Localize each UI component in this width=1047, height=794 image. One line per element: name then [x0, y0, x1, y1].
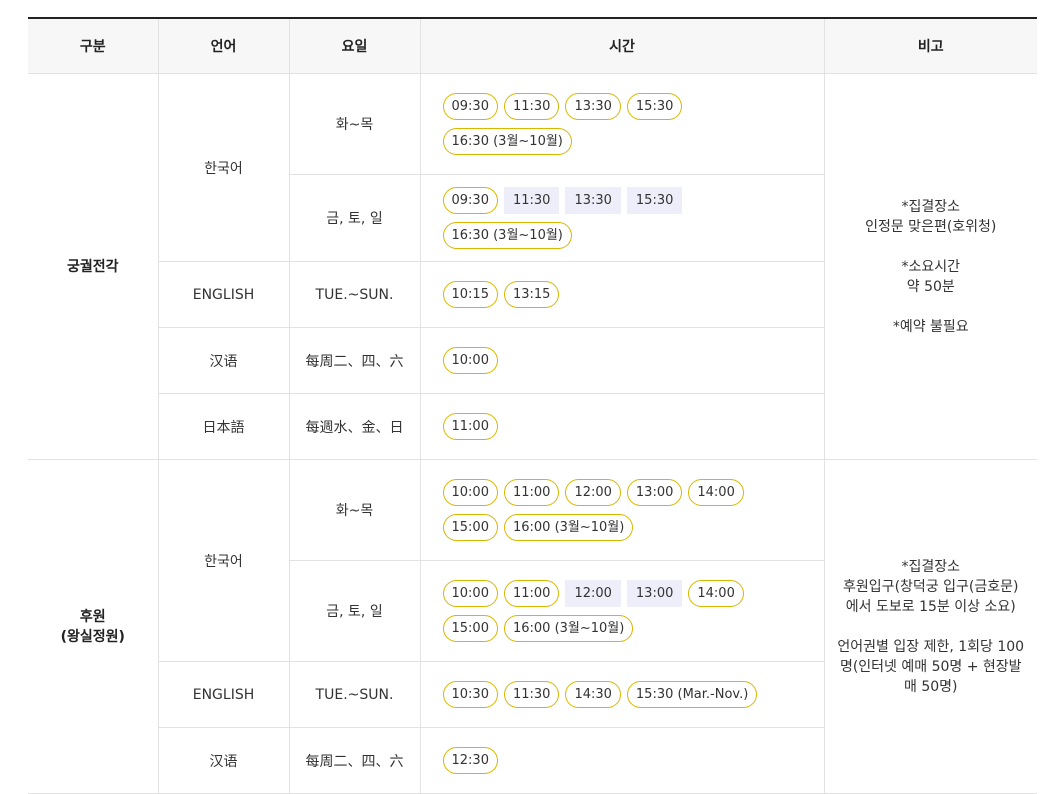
note-line: *소요시간	[901, 258, 961, 275]
time-slot: 14:30	[565, 681, 621, 708]
category-line: 후원	[79, 608, 106, 625]
time-slot-unavailable: 12:00	[565, 580, 621, 607]
time-slot: 11:00	[503, 580, 560, 607]
time-slot: 10:00	[442, 347, 498, 374]
time-slots: 10:15 13:15	[419, 261, 824, 328]
category-secret-garden: 후원 (왕실정원)	[28, 459, 158, 794]
day-cell: 每週水、金、日	[288, 393, 420, 460]
language-english: ENGLISH	[157, 661, 289, 728]
time-slot: 15:30 (Mar.-Nov.)	[626, 681, 758, 708]
note-line: 매 50명)	[904, 678, 958, 695]
language-japanese: 日本語	[157, 393, 289, 460]
header-time: 시간	[419, 18, 824, 74]
time-slot: 10:00	[442, 580, 498, 607]
note-line	[825, 237, 1038, 257]
time-slots: 12:30	[419, 727, 824, 794]
time-slot: 14:00	[688, 580, 744, 607]
time-slot: 15:00	[442, 514, 498, 541]
note-line: 언어권별 입장 제한, 1회당 100	[837, 638, 1025, 655]
day-cell: 금, 토, 일	[288, 174, 420, 262]
time-slot: 10:15	[442, 281, 498, 308]
day-cell: TUE.~SUN.	[288, 261, 420, 328]
time-slots: 11:00	[419, 393, 824, 460]
note-line: 후원입구(창덕궁 입구(금호문)	[843, 578, 1019, 595]
time-slot: 11:30	[503, 681, 560, 708]
language-korean: 한국어	[157, 73, 289, 262]
time-slot: 11:00	[503, 479, 560, 506]
note-line: 약 50분	[906, 278, 955, 295]
note-cell: *집결장소후원입구(창덕궁 입구(금호문) 에서 도보로 15분 이상 소요) 언…	[823, 459, 1038, 794]
day-cell: 每周二、四、六	[288, 327, 420, 394]
note-line	[825, 617, 1038, 637]
tour-schedule-table: 구분 언어 요일 시간 비고 궁궐전각 한국어 화~목 09:30 11:30 13…	[28, 17, 1037, 794]
time-slot: 12:30	[442, 747, 498, 774]
note-line: 인정문 맞은편(호위청)	[865, 218, 997, 235]
day-cell: 금, 토, 일	[288, 560, 420, 662]
language-korean: 한국어	[157, 459, 289, 662]
time-slot: 09:30	[442, 93, 498, 120]
time-slot: 14:00	[688, 479, 744, 506]
time-slots: 09:30 11:30 13:30 15:30 16:30 (3월~10월)	[419, 174, 824, 262]
time-slot: 13:30	[565, 93, 621, 120]
time-slot: 16:00 (3월~10월)	[503, 514, 634, 541]
note-line: *집결장소	[901, 558, 961, 575]
time-slot: 13:15	[503, 281, 560, 308]
header-category: 구분	[28, 18, 158, 74]
time-slot: 09:30	[442, 187, 498, 214]
time-slots: 10:00 11:00 12:00 13:00 14:00 15:00 16:00 (3월~…	[419, 459, 824, 561]
time-slot-unavailable: 13:00	[626, 580, 683, 607]
time-slot-unavailable: 11:30	[503, 187, 560, 214]
category-line: (왕실정원)	[60, 628, 125, 645]
time-slot: 15:30	[626, 93, 683, 120]
time-slot-unavailable: 15:30	[626, 187, 683, 214]
category-palace-buildings: 궁궐전각	[28, 73, 158, 460]
time-slot: 16:00 (3월~10월)	[503, 615, 634, 642]
time-slot: 11:30	[503, 93, 560, 120]
header-row: 구분 언어 요일 시간 비고	[28, 18, 1037, 74]
time-slot: 16:30 (3월~10월)	[442, 222, 572, 249]
language-chinese: 汉语	[157, 727, 289, 794]
time-slot: 12:00	[565, 479, 621, 506]
time-slot: 10:00	[442, 479, 498, 506]
time-slots: 10:30 11:30 14:30 15:30 (Mar.-Nov.)	[419, 661, 824, 728]
time-slot: 11:00	[442, 413, 498, 440]
time-slot-unavailable: 13:30	[565, 187, 621, 214]
note-line: *예약 불필요	[892, 318, 969, 335]
day-cell: 화~목	[288, 73, 420, 175]
day-cell: 每周二、四、六	[288, 727, 420, 794]
day-cell: 화~목	[288, 459, 420, 561]
time-slot: 15:00	[442, 615, 498, 642]
time-slot: 10:30	[442, 681, 498, 708]
header-note: 비고	[823, 18, 1037, 74]
note-line: *집결장소	[901, 198, 961, 215]
note-line: 명(인터넷 예매 50명 + 현장발	[839, 658, 1022, 675]
day-cell: TUE.~SUN.	[288, 661, 420, 728]
header-language: 언어	[157, 18, 289, 74]
time-slot: 16:30 (3월~10월)	[442, 128, 572, 155]
time-slot: 13:00	[626, 479, 683, 506]
note-cell: *집결장소인정문 맞은편(호위청) *소요시간약 50분 *예약 불필요	[823, 73, 1038, 460]
table-row: 후원 (왕실정원) 한국어 화~목 10:00 11:00 12:00 13:00 14…	[28, 459, 1037, 794]
language-english: ENGLISH	[157, 261, 289, 328]
time-slots: 10:00	[419, 327, 824, 394]
language-chinese: 汉语	[157, 327, 289, 394]
header-day: 요일	[288, 18, 420, 74]
note-line	[825, 297, 1038, 317]
note-line: 에서 도보로 15분 이상 소요)	[845, 598, 1016, 615]
time-slots: 09:30 11:30 13:30 15:30 16:30 (3월~10월)	[419, 73, 824, 175]
time-slots: 10:00 11:00 12:00 13:00 14:00 15:00 16:00 (3월~…	[419, 560, 824, 662]
table-row: 궁궐전각 한국어 화~목 09:30 11:30 13:30 15:3016:30 (…	[28, 73, 1037, 460]
